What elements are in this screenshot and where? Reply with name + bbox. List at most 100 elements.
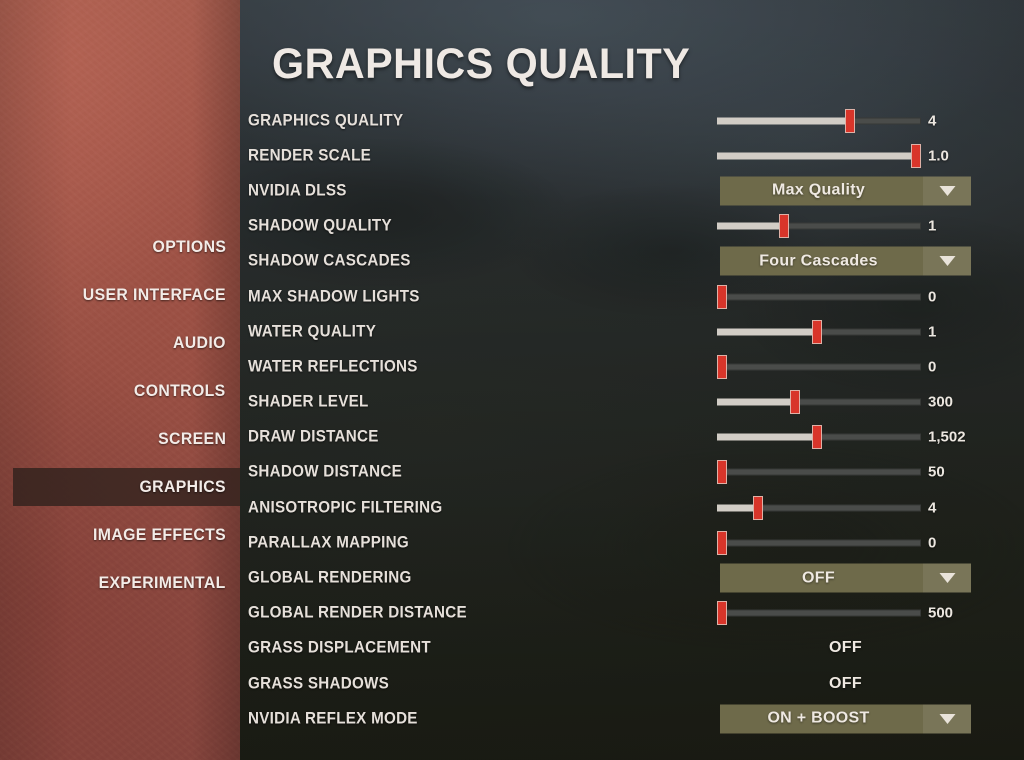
setting-row-water-reflections: WATER REFLECTIONS 0 [240, 349, 1024, 384]
slider-handle[interactable] [911, 143, 921, 168]
dropdown-global-rendering[interactable]: OFF [720, 563, 971, 593]
sidebar-item-label: IMAGE EFFECTS [92, 525, 226, 544]
sidebar-item-label: AUDIO [173, 333, 226, 352]
setting-row-water-quality: WATER QUALITY 1 [240, 314, 1024, 349]
slider-value: 0 [928, 358, 937, 376]
slider-track[interactable] [717, 398, 921, 406]
setting-label: MAX SHADOW LIGHTS [248, 287, 420, 306]
slider-water-quality[interactable] [717, 319, 921, 344]
setting-row-anisotropic-filtering: ANISOTROPIC FILTERING 4 [240, 490, 1024, 525]
sidebar-item-user-interface[interactable]: USER INTERFACE [0, 277, 240, 313]
slider-parallax-mapping[interactable] [717, 530, 921, 555]
slider-shader-level[interactable] [717, 390, 921, 415]
slider-value: 1.0 [928, 147, 949, 165]
setting-label: SHADOW QUALITY [248, 216, 392, 235]
setting-label: GLOBAL RENDERING [248, 568, 412, 587]
slider-value: 0 [928, 288, 937, 306]
sidebar-item-label: EXPERIMENTAL [98, 573, 226, 592]
slider-fill [717, 328, 817, 336]
slider-value: 1 [928, 217, 937, 235]
slider-handle[interactable] [789, 390, 800, 415]
slider-handle[interactable] [717, 284, 727, 309]
sidebar-item-image-effects[interactable]: IMAGE EFFECTS [0, 517, 240, 553]
slider-handle[interactable] [717, 530, 727, 555]
slider-track[interactable] [717, 504, 921, 512]
setting-value-text: OFF [829, 674, 862, 692]
slider-graphics-quality[interactable] [717, 108, 921, 133]
sidebar-item-audio[interactable]: AUDIO [0, 325, 240, 361]
sidebar-item-label: OPTIONS [152, 237, 226, 256]
dropdown-nvidia-reflex-mode[interactable]: ON + BOOST [720, 704, 971, 734]
slider-water-reflections[interactable] [717, 354, 921, 379]
setting-row-shader-level: SHADER LEVEL 300 [240, 385, 1024, 420]
slider-track[interactable] [717, 152, 921, 160]
setting-label: NVIDIA REFLEX MODE [248, 709, 418, 728]
slider-handle[interactable] [779, 214, 790, 239]
slider-fill [717, 398, 795, 406]
setting-label: DRAW DISTANCE [248, 427, 379, 446]
setting-row-global-rendering: GLOBAL RENDERING OFF [240, 560, 1024, 595]
slider-fill [717, 117, 850, 125]
slider-render-scale[interactable] [717, 143, 921, 168]
chevron-down-icon[interactable] [923, 176, 971, 206]
slider-track[interactable] [717, 293, 921, 301]
sidebar-item-screen[interactable]: SCREEN [0, 421, 240, 457]
setting-label: SHADER LEVEL [248, 392, 369, 411]
slider-handle[interactable] [811, 319, 822, 344]
slider-global-render-distance[interactable] [717, 601, 921, 626]
setting-label: GRASS DISPLACEMENT [248, 638, 431, 657]
setting-row-grass-displacement: GRASS DISPLACEMENT OFF [240, 631, 1024, 666]
slider-track[interactable] [717, 117, 921, 125]
settings-list: GRAPHICS QUALITY 4 RENDER SCALE 1.0 NVIDIA D… [240, 103, 1024, 736]
slider-fill [717, 222, 785, 230]
slider-track[interactable] [717, 539, 921, 547]
slider-fill [717, 433, 817, 441]
slider-fill [717, 504, 758, 512]
setting-row-nvidia-reflex-mode: NVIDIA REFLEX MODE ON + BOOST [240, 701, 1024, 736]
slider-draw-distance[interactable] [717, 425, 921, 450]
setting-row-grass-shadows: GRASS SHADOWS OFF [240, 666, 1024, 701]
slider-track[interactable] [717, 468, 921, 476]
chevron-down-icon[interactable] [923, 246, 971, 276]
chevron-down-icon[interactable] [923, 704, 971, 734]
slider-anisotropic-filtering[interactable] [717, 495, 921, 520]
setting-row-render-scale: RENDER SCALE 1.0 [240, 138, 1024, 173]
slider-handle[interactable] [717, 460, 727, 485]
setting-row-shadow-cascades: SHADOW CASCADES Four Cascades [240, 244, 1024, 279]
setting-row-shadow-distance: SHADOW DISTANCE 50 [240, 455, 1024, 490]
setting-label: GRAPHICS QUALITY [248, 111, 404, 130]
sidebar-item-options[interactable]: OPTIONS [0, 229, 240, 265]
dropdown-value: ON + BOOST [767, 709, 870, 727]
sidebar-item-label: USER INTERFACE [82, 285, 226, 304]
slider-value: 1 [928, 323, 937, 341]
sidebar-item-label: SCREEN [157, 429, 226, 448]
slider-value: 0 [928, 534, 937, 552]
dropdown-nvidia-dlss[interactable]: Max Quality [720, 176, 971, 206]
setting-label: GRASS SHADOWS [248, 674, 390, 693]
setting-label: SHADOW DISTANCE [248, 462, 402, 481]
sidebar-item-graphics[interactable]: GRAPHICS [0, 468, 240, 506]
setting-row-shadow-quality: SHADOW QUALITY 1 [240, 209, 1024, 244]
slider-value: 500 [928, 604, 954, 622]
sidebar-nav: OPTIONS USER INTERFACE AUDIO CONTROLS SCREEN… [0, 229, 240, 613]
dropdown-shadow-cascades[interactable]: Four Cascades [720, 246, 971, 276]
slider-max-shadow-lights[interactable] [717, 284, 921, 309]
slider-handle[interactable] [752, 495, 763, 520]
slider-track[interactable] [717, 609, 921, 617]
slider-handle[interactable] [717, 601, 727, 626]
sidebar-item-label: GRAPHICS [139, 477, 226, 496]
slider-handle[interactable] [811, 425, 822, 450]
slider-track[interactable] [717, 363, 921, 371]
setting-label: PARALLAX MAPPING [248, 533, 409, 552]
slider-shadow-distance[interactable] [717, 460, 921, 485]
setting-label: WATER QUALITY [248, 322, 377, 341]
slider-handle[interactable] [844, 108, 855, 133]
setting-label: RENDER SCALE [248, 146, 372, 165]
sidebar-item-experimental[interactable]: EXPERIMENTAL [0, 565, 240, 601]
slider-track[interactable] [717, 222, 921, 230]
chevron-down-icon[interactable] [923, 563, 971, 593]
setting-label: GLOBAL RENDER DISTANCE [248, 603, 467, 622]
sidebar-item-controls[interactable]: CONTROLS [0, 373, 240, 409]
slider-shadow-quality[interactable] [717, 214, 921, 239]
slider-handle[interactable] [717, 354, 727, 379]
